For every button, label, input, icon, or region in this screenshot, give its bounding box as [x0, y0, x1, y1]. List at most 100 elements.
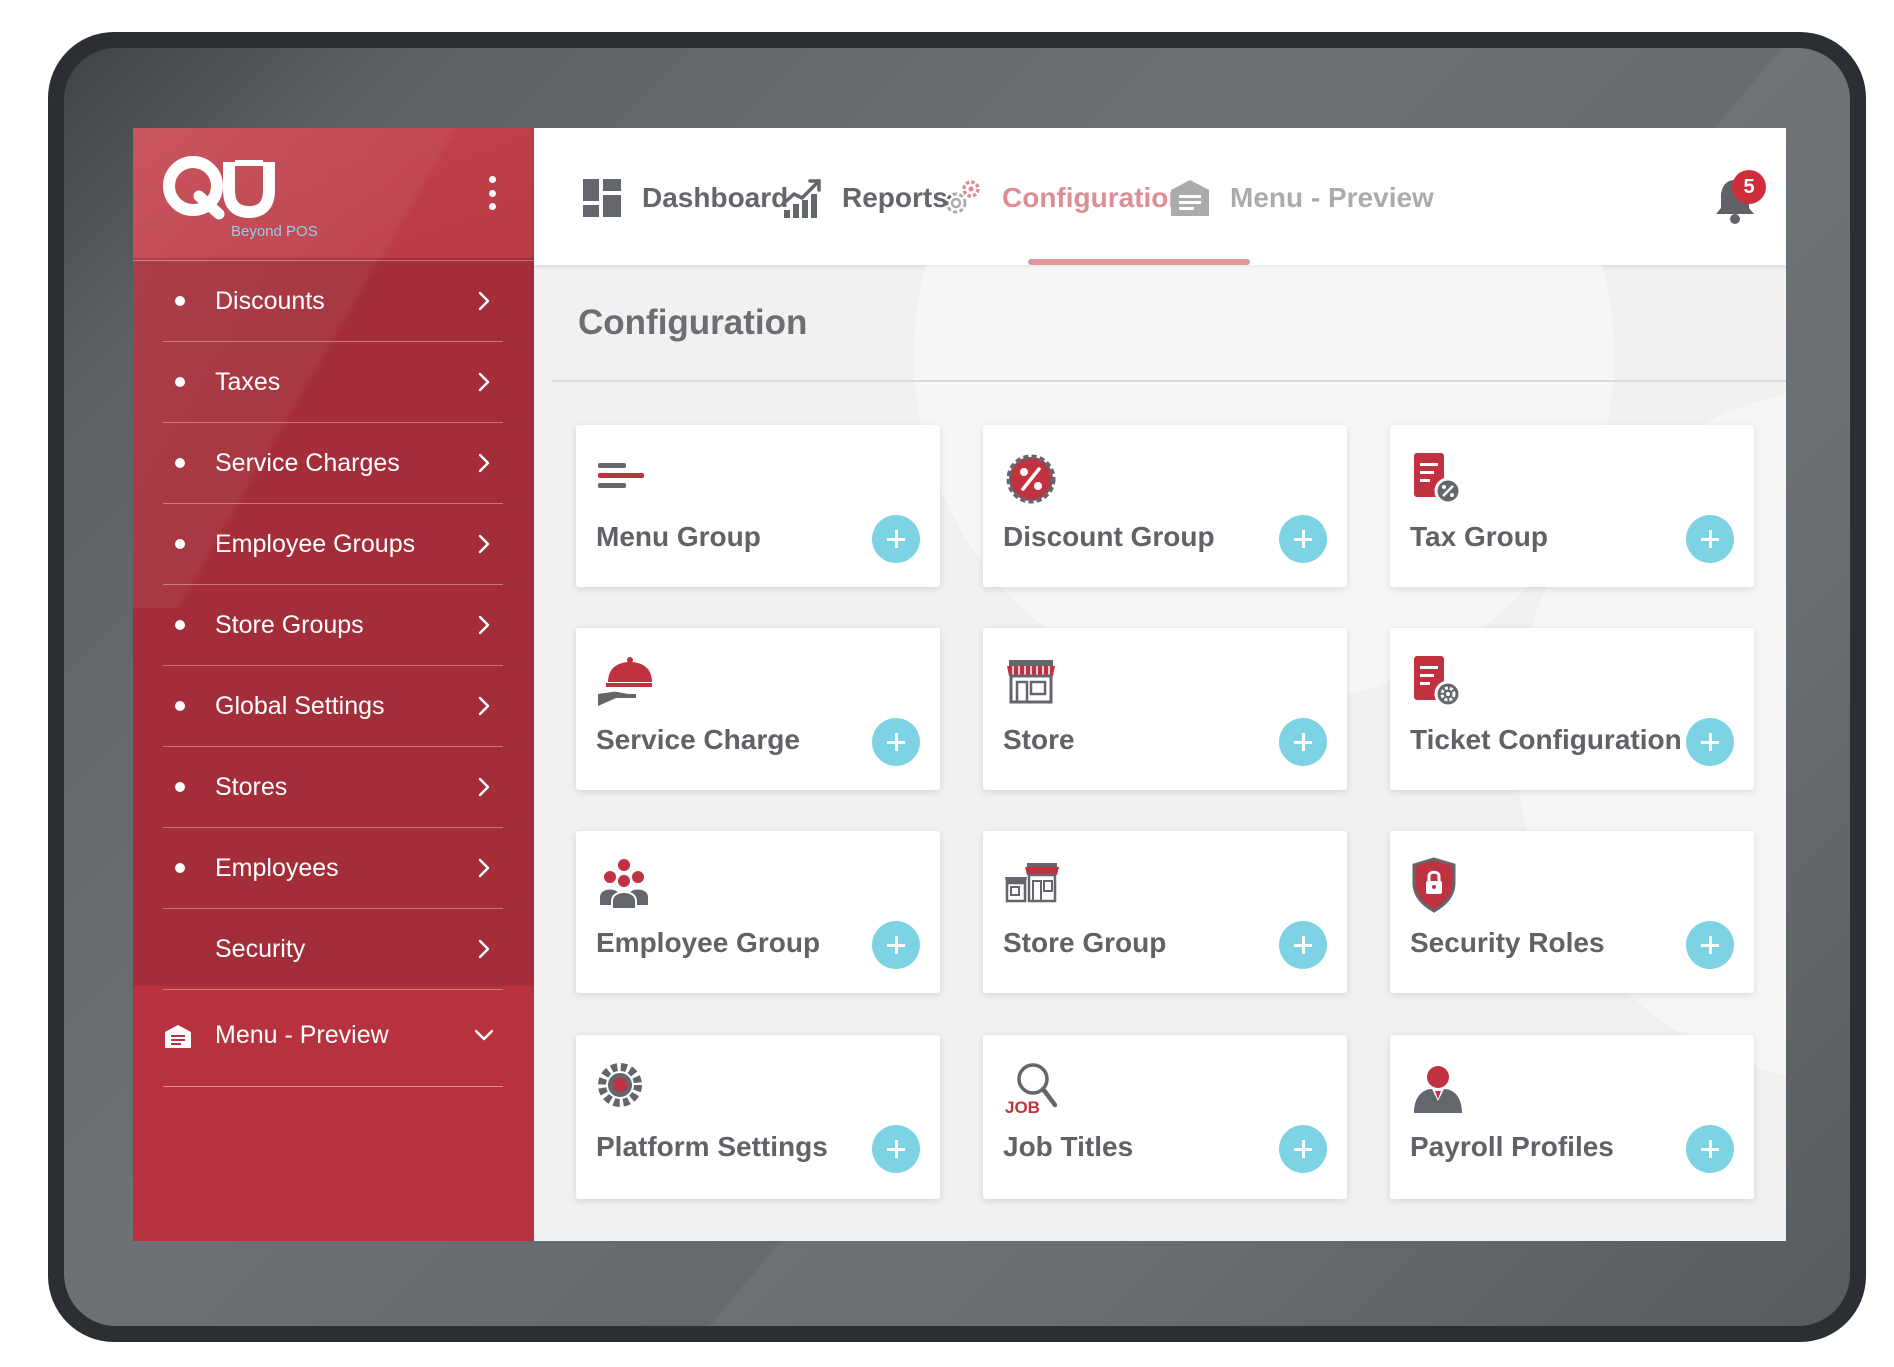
bullet-icon [175, 863, 185, 873]
nav-dashboard[interactable]: Dashboard [580, 168, 788, 228]
card-label: Discount Group [1003, 521, 1215, 552]
service-charge-icon [598, 657, 652, 706]
notification-badge: 5 [1732, 170, 1766, 204]
card-label: Service Charge [596, 724, 800, 755]
chevron-right-icon [478, 696, 490, 716]
bullet-icon [175, 539, 185, 549]
add-button[interactable] [872, 1125, 920, 1173]
sidebar-item-taxes[interactable]: Taxes [163, 342, 503, 423]
chevron-right-icon [478, 291, 490, 311]
store-icon [1007, 660, 1055, 704]
add-button[interactable] [1686, 515, 1734, 563]
page-title: Configuration [578, 303, 808, 342]
card-label: Ticket Configuration [1410, 724, 1682, 755]
chevron-right-icon [478, 534, 490, 554]
discount-group-icon [1006, 454, 1056, 504]
sidebar-item-label: Employee Groups [215, 529, 416, 558]
nav-reports[interactable]: Reports [780, 168, 948, 228]
sidebar-item-stores[interactable]: Stores [163, 747, 503, 828]
employee-group-icon [600, 859, 648, 910]
card-label: Payroll Profiles [1410, 1131, 1614, 1162]
card-store-group[interactable]: Store Group [983, 831, 1347, 993]
chevron-right-icon [478, 615, 490, 635]
bullet-icon [175, 458, 185, 468]
sidebar-item-global-settings[interactable]: Global Settings [163, 666, 503, 747]
add-button[interactable] [872, 718, 920, 766]
card-employee-group[interactable]: Employee Group [576, 831, 940, 993]
main-content: Configuration Menu Group Discount Group … [534, 128, 1786, 1241]
card-security-roles[interactable]: Security Roles [1390, 831, 1754, 993]
logo-subtitle: Beyond POS [231, 223, 318, 240]
card-label: Tax Group [1410, 521, 1548, 552]
add-button[interactable] [1686, 718, 1734, 766]
chevron-right-icon [478, 372, 490, 392]
store-group-icon [1005, 863, 1059, 903]
card-ticket-configuration[interactable]: Ticket Configuration [1390, 628, 1754, 790]
bullet-icon [175, 620, 185, 630]
platform-settings-icon [598, 1063, 642, 1107]
job-icon-text: JOB [1005, 1098, 1040, 1117]
card-tax-group[interactable]: Tax Group [1390, 425, 1754, 587]
sidebar-item-store-groups[interactable]: Store Groups [163, 585, 503, 666]
card-label: Store [1003, 724, 1075, 755]
add-button[interactable] [1279, 515, 1327, 563]
add-button[interactable] [1686, 1125, 1734, 1173]
sidebar-item-service-charges[interactable]: Service Charges [163, 423, 503, 504]
nav-label: Dashboard [642, 182, 789, 213]
sidebar-item-label: Store Groups [215, 610, 364, 639]
background-decor [914, 128, 1614, 705]
card-discount-group[interactable]: Discount Group [983, 425, 1347, 587]
payroll-profiles-icon [1414, 1066, 1462, 1113]
bullet-icon [175, 701, 185, 711]
sidebar-item-menu-preview[interactable]: Menu - Preview [163, 986, 503, 1087]
bullet-icon [175, 377, 185, 387]
sidebar-item-security[interactable]: Security [163, 909, 503, 990]
card-label: Platform Settings [596, 1131, 828, 1162]
reports-icon [781, 179, 821, 218]
sidebar: Beyond POS Discounts Taxes Service Charg… [133, 128, 534, 1241]
card-store[interactable]: Store [983, 628, 1347, 790]
add-button[interactable] [872, 921, 920, 969]
tax-group-icon [1414, 453, 1462, 505]
card-platform-settings[interactable]: Platform Settings [576, 1035, 940, 1199]
sidebar-item-label: Global Settings [215, 691, 385, 720]
card-job-titles[interactable]: JOB Job Titles [983, 1035, 1347, 1199]
sidebar-item-label: Discounts [215, 286, 325, 315]
bullet-icon [175, 296, 185, 306]
dashboard-icon [583, 179, 621, 217]
sidebar-item-employees[interactable]: Employees [163, 828, 503, 909]
sidebar-item-employee-groups[interactable]: Employee Groups [163, 504, 503, 585]
card-label: Employee Group [596, 927, 821, 958]
job-titles-icon: JOB [1005, 1063, 1058, 1117]
sidebar-item-label: Employees [215, 853, 339, 882]
add-button[interactable] [1279, 921, 1327, 969]
bullet-icon [175, 782, 185, 792]
sidebar-item-label: Menu - Preview [215, 1021, 389, 1049]
divider [552, 380, 1786, 382]
sidebar-item-label: Service Charges [215, 448, 400, 477]
add-button[interactable] [1279, 1125, 1327, 1173]
nav-label: Reports [842, 182, 948, 213]
card-menu-group[interactable]: Menu Group [576, 425, 940, 587]
add-button[interactable] [1279, 718, 1327, 766]
sidebar-item-label: Stores [215, 772, 288, 801]
sidebar-item-label: Security [215, 934, 306, 963]
chevron-right-icon [478, 939, 490, 959]
card-label: Store Group [1003, 927, 1167, 958]
sidebar-menu: Discounts Taxes Service Charges Employee… [163, 261, 503, 990]
add-button[interactable] [872, 515, 920, 563]
sidebar-item-label: Taxes [215, 367, 281, 396]
card-label: Security Roles [1410, 927, 1605, 958]
card-payroll-profiles[interactable]: Payroll Profiles [1390, 1035, 1754, 1199]
sidebar-item-discounts[interactable]: Discounts [163, 261, 503, 342]
menu-group-icon [598, 463, 644, 488]
add-button[interactable] [1686, 921, 1734, 969]
card-service-charge[interactable]: Service Charge [576, 628, 940, 790]
chevron-right-icon [478, 858, 490, 878]
ticket-configuration-icon [1414, 656, 1462, 708]
menu-preview-icon [165, 1025, 191, 1048]
card-label: Job Titles [1003, 1131, 1134, 1162]
chevron-right-icon [478, 453, 490, 473]
chevron-down-icon [474, 1029, 494, 1041]
more-options-icon[interactable] [485, 176, 499, 210]
